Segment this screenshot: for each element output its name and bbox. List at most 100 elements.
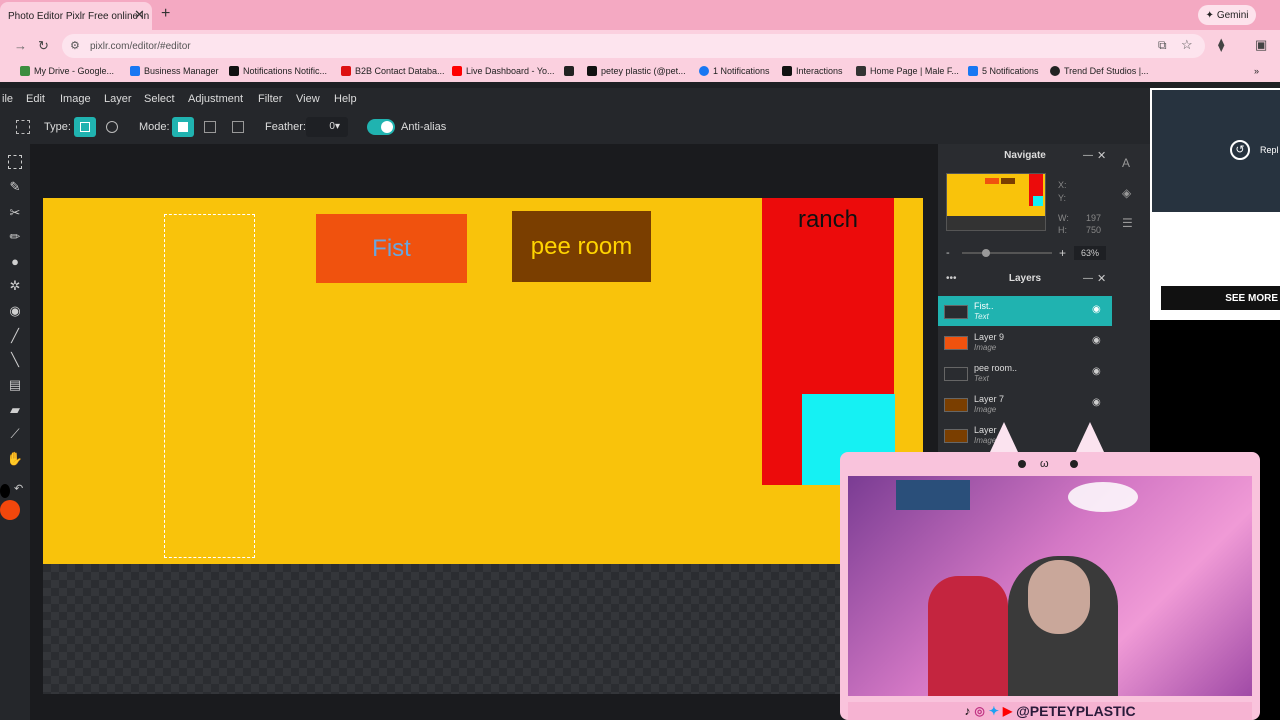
- bookmark-item[interactable]: [564, 66, 574, 76]
- antialias-toggle[interactable]: [367, 119, 395, 135]
- ad-video[interactable]: ↺ Repl: [1152, 90, 1280, 212]
- drop-tool-icon[interactable]: ●: [6, 253, 24, 271]
- close-icon[interactable]: ✕: [134, 7, 145, 23]
- site-settings-icon[interactable]: ⚙: [70, 39, 80, 52]
- menu-bar: ile Edit Image Layer Select Adjustment F…: [0, 88, 1150, 110]
- visibility-eye-icon[interactable]: ◉: [1092, 304, 1101, 315]
- more-bookmarks-icon[interactable]: »: [1254, 66, 1259, 76]
- pencil-tool-icon[interactable]: ✏: [6, 228, 24, 246]
- swap-colors-icon[interactable]: ↶: [14, 482, 23, 495]
- zoom-in-icon[interactable]: +: [1059, 246, 1066, 260]
- tab-title: Photo Editor Pixlr Free online In: [8, 10, 150, 22]
- h-label: H:: [1058, 225, 1067, 235]
- clone-tool-icon[interactable]: ✲: [6, 277, 24, 295]
- menu-select[interactable]: Select: [144, 93, 175, 105]
- visibility-eye-icon[interactable]: ◉: [1092, 366, 1101, 377]
- minimize-icon[interactable]: —: [1083, 273, 1093, 284]
- browser-tab[interactable]: Photo Editor Pixlr Free online In: [0, 2, 152, 30]
- side-panel-icon[interactable]: ▣: [1255, 37, 1267, 53]
- ellipse-type-button[interactable]: [106, 121, 118, 133]
- tiktok-icon: [587, 66, 597, 76]
- brush-tool-icon[interactable]: ╱: [6, 327, 24, 345]
- marquee-tool-icon[interactable]: [8, 155, 22, 169]
- adjust-side-icon[interactable]: ☰: [1122, 216, 1133, 230]
- bookmark-item[interactable]: My Drive - Google...: [20, 66, 114, 76]
- w-label: W:: [1058, 213, 1069, 223]
- install-icon[interactable]: ⧉: [1158, 38, 1167, 53]
- fill-brush-icon[interactable]: ╲: [6, 351, 24, 369]
- rect-type-button[interactable]: [74, 117, 96, 137]
- navigator-thumbnail[interactable]: [946, 173, 1046, 231]
- gemini-button[interactable]: ✦ Gemini: [1198, 5, 1256, 25]
- zoom-out-icon[interactable]: -: [946, 247, 950, 259]
- bookmark-item[interactable]: Notifications Notific...: [229, 66, 327, 76]
- menu-layer[interactable]: Layer: [104, 93, 132, 105]
- zoom-slider[interactable]: [962, 249, 1052, 257]
- bookmark-item[interactable]: Live Dashboard - Yo...: [452, 66, 555, 76]
- layer-type: Image: [974, 343, 997, 352]
- bookmark-label: 1 Notifications: [713, 66, 770, 76]
- cat-eye-left: [1018, 460, 1026, 468]
- pee-room-layer[interactable]: pee room: [512, 211, 651, 282]
- eraser-tool-icon[interactable]: ▰: [6, 401, 24, 419]
- feather-value: 0: [329, 121, 335, 132]
- instagram-icon: ◎: [974, 704, 985, 718]
- gradient-tool-icon[interactable]: ▤: [6, 376, 24, 394]
- menu-file[interactable]: ile: [2, 93, 13, 105]
- text-tool-side-icon[interactable]: A: [1122, 156, 1130, 170]
- visibility-eye-icon[interactable]: ◉: [1092, 397, 1101, 408]
- mode-subtract-button[interactable]: [232, 121, 244, 133]
- menu-help[interactable]: Help: [334, 93, 357, 105]
- secondary-color-swatch[interactable]: [0, 500, 20, 520]
- menu-view[interactable]: View: [296, 93, 320, 105]
- close-icon[interactable]: ✕: [1097, 149, 1106, 162]
- eyedropper-tool-icon[interactable]: ⟋: [6, 425, 24, 443]
- bookmark-star-icon[interactable]: ☆: [1181, 37, 1193, 53]
- extensions-icon[interactable]: ⧫: [1218, 37, 1224, 53]
- feather-input[interactable]: 0▾: [306, 117, 348, 137]
- bookmark-item[interactable]: Business Manager: [130, 66, 219, 76]
- bookmark-item[interactable]: Home Page | Male F...: [856, 66, 959, 76]
- menu-filter[interactable]: Filter: [258, 93, 282, 105]
- mode-new-button[interactable]: [172, 117, 194, 137]
- layer-row[interactable]: Layer 7 Image ◉: [938, 389, 1112, 419]
- see-more-button[interactable]: SEE MORE: [1161, 286, 1280, 310]
- bookmark-item[interactable]: Interactions: [782, 66, 843, 76]
- zoom-value[interactable]: 63%: [1074, 246, 1106, 260]
- reload-icon[interactable]: ↻: [38, 38, 49, 54]
- address-bar[interactable]: pixlr.com/editor/#editor: [62, 34, 1205, 58]
- minimize-icon[interactable]: —: [1083, 150, 1093, 161]
- layer-row[interactable]: Layer 9 Image ◉: [938, 327, 1112, 357]
- layer-row-selected[interactable]: Fist.. Text ◉: [938, 296, 1112, 326]
- bookmark-item[interactable]: 1 Notifications: [699, 66, 770, 76]
- selection-marquee[interactable]: [164, 214, 255, 558]
- new-tab-icon[interactable]: +: [161, 5, 170, 23]
- menu-adjustment[interactable]: Adjustment: [188, 93, 243, 105]
- fist-layer[interactable]: Fist: [316, 214, 467, 283]
- scissors-tool-icon[interactable]: ✂: [6, 204, 24, 222]
- replay-icon[interactable]: ↺: [1230, 140, 1250, 160]
- mode-label: Mode:: [139, 121, 170, 133]
- bookmark-item[interactable]: petey plastic (@pet...: [587, 66, 686, 76]
- close-icon[interactable]: ✕: [1097, 272, 1106, 285]
- type-label: Type:: [44, 121, 71, 133]
- primary-color-swatch[interactable]: [0, 484, 10, 498]
- bookmark-item[interactable]: 5 Notifications: [968, 66, 1039, 76]
- visibility-eye-icon[interactable]: ◉: [1092, 335, 1101, 346]
- layer-name: Fist..: [974, 301, 994, 311]
- menu-edit[interactable]: Edit: [26, 93, 45, 105]
- bookmark-item[interactable]: Trend Def Studios |...: [1050, 66, 1149, 76]
- bookmark-item[interactable]: B2B Contact Databa...: [341, 66, 445, 76]
- forward-icon[interactable]: →: [14, 38, 27, 53]
- menu-image[interactable]: Image: [60, 93, 91, 105]
- layer-thumbnail: [944, 398, 968, 412]
- hand-tool-icon[interactable]: ✋: [6, 450, 24, 468]
- thumb-pee: [1001, 178, 1015, 184]
- lasso-tool-icon[interactable]: ✎: [6, 178, 24, 196]
- layer-name: Layer 9: [974, 332, 1005, 342]
- layers-side-icon[interactable]: ◈: [1122, 186, 1131, 200]
- bookmarks-bar: My Drive - Google... Business Manager No…: [0, 62, 1280, 82]
- layer-row[interactable]: pee room.. Text ◉: [938, 358, 1112, 388]
- spot-heal-icon[interactable]: ◉: [6, 302, 24, 320]
- mode-add-button[interactable]: [204, 121, 216, 133]
